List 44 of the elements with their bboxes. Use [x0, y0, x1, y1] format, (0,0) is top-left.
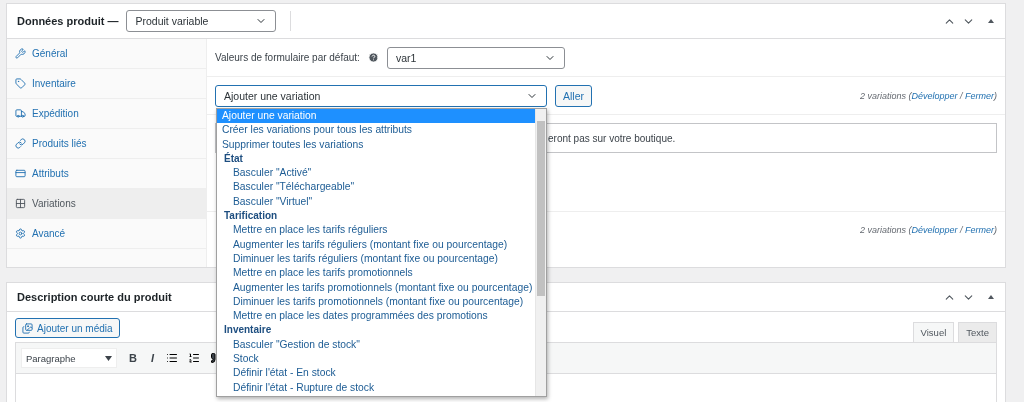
truck-icon	[15, 108, 26, 119]
bold-button[interactable]: B	[127, 352, 139, 364]
format-select[interactable]: Paragraphe	[21, 348, 117, 368]
option-group-label: Tarification	[223, 209, 279, 224]
numbered-list-icon[interactable]	[188, 352, 200, 364]
media-icon	[22, 322, 33, 334]
scrollbar[interactable]	[535, 109, 546, 396]
panel-title: Description courte du produit	[17, 291, 172, 303]
product-type-select[interactable]: Produit variable	[126, 10, 277, 32]
editor-tab[interactable]: Texte	[958, 322, 997, 342]
sidebar-tab[interactable]: Expédition	[7, 99, 206, 129]
add-media-button[interactable]: Ajouter un média	[15, 318, 120, 338]
variation-action-select[interactable]: Ajouter une variation	[215, 84, 547, 107]
collapse-link[interactable]: Fermer	[965, 225, 994, 235]
go-button[interactable]: Aller	[555, 84, 592, 107]
tag-icon	[15, 78, 26, 89]
panel-title: Données produit —	[17, 15, 119, 27]
link-icon	[15, 138, 26, 149]
editor-tab[interactable]: Visuel	[912, 322, 955, 342]
bullet-list-icon[interactable]	[166, 352, 178, 364]
default-value-select[interactable]: var1	[386, 46, 565, 69]
card-icon	[15, 168, 26, 179]
help-icon[interactable]	[367, 52, 379, 63]
option-group-label: Inventaire	[223, 323, 273, 338]
option-group-label: État	[223, 151, 244, 166]
gear-icon	[15, 228, 26, 239]
italic-button[interactable]: I	[148, 352, 156, 364]
sidebar-tab[interactable]: Avancé	[7, 219, 206, 249]
expand-link[interactable]: Développer	[911, 90, 958, 101]
collapse-icon[interactable]	[987, 293, 995, 301]
sidebar-tab[interactable]: Produits liés	[7, 129, 206, 159]
notice-text: eront pas sur votre boutique.	[548, 132, 676, 144]
variations-summary: 2 variations (Développer / Fermer)	[859, 90, 997, 101]
caret-icon	[105, 355, 112, 361]
variations-summary: 2 variations (Développer / Fermer)	[859, 225, 997, 235]
expand-link[interactable]: Développer	[911, 225, 958, 235]
collapse-link[interactable]: Fermer	[965, 90, 994, 101]
sidebar-tab[interactable]: Général	[7, 39, 206, 69]
collapse-icon[interactable]	[987, 17, 995, 25]
wrench-icon	[15, 48, 26, 59]
sidebar-tab[interactable]: Variations	[7, 189, 206, 219]
field-label: Valeurs de formulaire par défaut:	[215, 52, 360, 63]
grid-icon	[15, 198, 26, 209]
sidebar-tab[interactable]: Inventaire	[7, 69, 206, 99]
